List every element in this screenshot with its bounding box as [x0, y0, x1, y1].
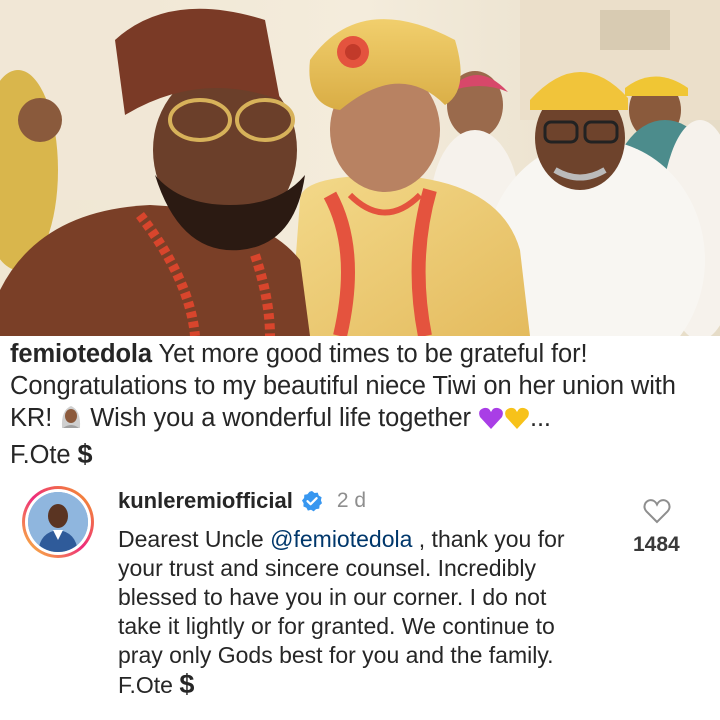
heart-outline-icon[interactable] — [643, 498, 671, 529]
comment-text: Dearest Uncle @femiotedola , thank you f… — [118, 525, 588, 700]
avatar[interactable] — [22, 486, 94, 558]
yellow-heart-emoji — [504, 406, 530, 438]
like-count: 1484 — [633, 533, 680, 556]
caption-ellipsis[interactable]: ... — [530, 404, 551, 432]
comment-username[interactable]: kunleremiofficial — [118, 486, 293, 516]
dollar-sign-icon: $ — [77, 439, 93, 469]
avatar-image — [28, 492, 88, 552]
comment-header: kunleremiofficial 2 d — [118, 486, 366, 516]
post-caption: femiotedola Yet more good times to be gr… — [10, 338, 710, 471]
caption-text-2: Wish you a wonderful life together — [90, 404, 471, 432]
comment-text-part-1: Dearest Uncle — [118, 526, 271, 552]
comment: kunleremiofficial 2 d Dearest Uncle @fem… — [0, 478, 720, 720]
dollar-sign-icon: $ — [179, 669, 195, 699]
caption-signature: F.Ote — [10, 441, 71, 469]
verified-badge-icon — [301, 490, 323, 512]
comment-mention-link[interactable]: @femiotedola — [270, 526, 412, 552]
bride-with-veil-emoji — [59, 404, 83, 438]
caption-username[interactable]: femiotedola — [10, 340, 152, 368]
wedding-photo — [0, 0, 720, 336]
purple-heart-emoji — [478, 406, 504, 438]
comment-timestamp: 2 d — [336, 489, 367, 512]
post-photo[interactable] — [0, 0, 720, 336]
